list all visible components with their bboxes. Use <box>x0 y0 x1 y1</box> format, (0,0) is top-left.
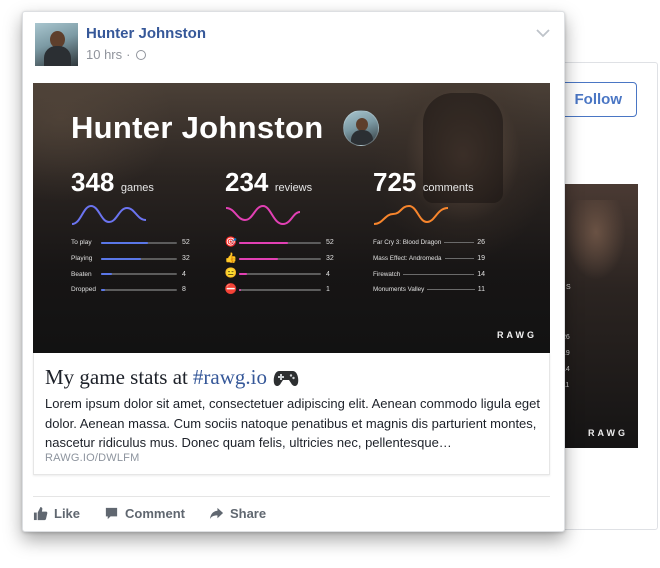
game-row: Far Cry 3: Blood Dragon 26 <box>373 235 485 251</box>
globe-icon <box>136 49 147 60</box>
review-row: ⛔ 1 <box>225 282 334 298</box>
top-games-list: Far Cry 3: Blood Dragon 26 Mass Effect: … <box>373 235 485 298</box>
background-share-image: S 26 19 14 11 RAWG <box>558 184 638 448</box>
thumbs-up-icon <box>33 506 48 521</box>
status-label: Dropped <box>71 286 96 294</box>
review-value: 4 <box>326 270 330 278</box>
comment-icon <box>105 507 118 520</box>
games-unit: games <box>120 182 154 194</box>
games-wave <box>71 204 147 225</box>
status-row: To play 52 <box>71 235 190 251</box>
game-value: 14 <box>477 270 485 278</box>
image-avatar <box>343 110 379 146</box>
status-value: 4 <box>182 270 186 278</box>
post-author-name[interactable]: Hunter Johnston <box>86 25 206 42</box>
review-bar <box>239 288 321 291</box>
like-label: Like <box>54 506 81 521</box>
partial-label: S <box>566 284 571 291</box>
link-url[interactable]: RAWG.IO/DWLFM <box>45 452 139 464</box>
comments-stat: 725 comments <box>373 167 493 228</box>
share-image[interactable]: Hunter Johnston 348 games 234 reviews 72… <box>33 83 550 353</box>
target-icon: 🎯 <box>224 236 238 248</box>
review-bar <box>239 241 321 244</box>
game-name: Far Cry 3: Blood Dragon <box>373 239 442 247</box>
game-name: Mass Effect: Andromeda <box>373 255 442 263</box>
game-name: Monuments Valley <box>373 286 425 294</box>
status-label: To play <box>71 239 92 247</box>
review-bar <box>239 257 321 260</box>
post-actions: Like Comment Share <box>33 506 266 521</box>
reviews-wave <box>225 204 301 226</box>
follow-label: Follow <box>574 91 623 108</box>
rawg-logo: RAWG <box>497 330 537 340</box>
comments-wave <box>373 204 449 225</box>
skip-icon: ⛔ <box>224 283 238 295</box>
gamepad-icon <box>273 370 299 386</box>
status-bar <box>101 257 177 260</box>
comments-unit: comments <box>422 182 474 194</box>
review-row: 😑 4 <box>225 266 334 282</box>
review-row: 🎯 52 <box>225 235 334 251</box>
game-value: 19 <box>477 255 485 263</box>
review-value: 52 <box>326 239 334 247</box>
game-row: Monuments Valley 11 <box>373 282 485 298</box>
link-title-text: My game stats at <box>45 365 188 389</box>
share-label: Share <box>229 506 267 521</box>
game-value: 26 <box>477 239 485 247</box>
action-divider <box>33 496 550 497</box>
meh-face-icon: 😑 <box>224 268 238 280</box>
game-row: Firewatch 14 <box>373 266 485 282</box>
game-row: Mass Effect: Andromeda 19 <box>373 251 485 267</box>
status-label: Beaten <box>71 270 92 278</box>
post-timestamp[interactable]: 10 hrs <box>86 47 122 62</box>
status-bar <box>101 273 177 276</box>
like-button[interactable]: Like <box>33 506 80 521</box>
status-row: Beaten 4 <box>71 266 190 282</box>
status-row: Dropped 8 <box>71 282 190 298</box>
link-hashtag[interactable]: #rawg.io <box>193 365 267 390</box>
status-row: Playing 32 <box>71 251 190 267</box>
status-value: 32 <box>182 255 190 263</box>
review-value: 32 <box>326 255 334 263</box>
meta-separator: · <box>126 47 131 62</box>
reviews-count: 234 <box>225 167 269 197</box>
share-button[interactable]: Share <box>209 506 266 521</box>
game-value: 11 <box>477 286 485 294</box>
comments-count: 725 <box>373 167 417 197</box>
status-label: Playing <box>71 255 93 263</box>
status-bar <box>101 288 177 291</box>
review-value: 1 <box>326 286 330 294</box>
rawg-logo: RAWG <box>588 428 628 438</box>
status-bar <box>101 241 177 244</box>
link-preview[interactable]: My game stats at #rawg.io Lorem ipsum do… <box>33 353 550 475</box>
games-stat: 348 games <box>71 167 191 228</box>
chevron-down-icon[interactable] <box>536 28 550 38</box>
status-value: 8 <box>182 286 186 294</box>
link-title[interactable]: My game stats at #rawg.io <box>45 365 299 390</box>
comment-button[interactable]: Comment <box>104 506 185 521</box>
share-arrow-icon <box>209 507 224 520</box>
avatar[interactable] <box>35 23 78 66</box>
reviews-unit: reviews <box>274 182 313 194</box>
post-card: Hunter Johnston 10 hrs · Hunter Johnston… <box>22 11 565 532</box>
thumbs-up-icon: 👍 <box>224 252 238 264</box>
review-bar <box>239 273 321 276</box>
link-description: Lorem ipsum dolor sit amet, consectetuer… <box>45 396 540 450</box>
status-value: 52 <box>182 239 190 247</box>
game-name: Firewatch <box>373 270 401 278</box>
image-user-name: Hunter Johnston <box>71 110 324 145</box>
review-breakdown: 🎯 52 👍 32 😑 4 ⛔ 1 <box>225 235 334 298</box>
reviews-stat: 234 reviews <box>225 167 345 228</box>
games-count: 348 <box>71 167 115 197</box>
review-row: 👍 32 <box>225 251 334 267</box>
comment-label: Comment <box>125 506 185 521</box>
post-meta: 10 hrs · <box>86 47 147 62</box>
status-breakdown: To play 52 Playing 32 Beaten 4 Dropped 8 <box>71 235 190 298</box>
